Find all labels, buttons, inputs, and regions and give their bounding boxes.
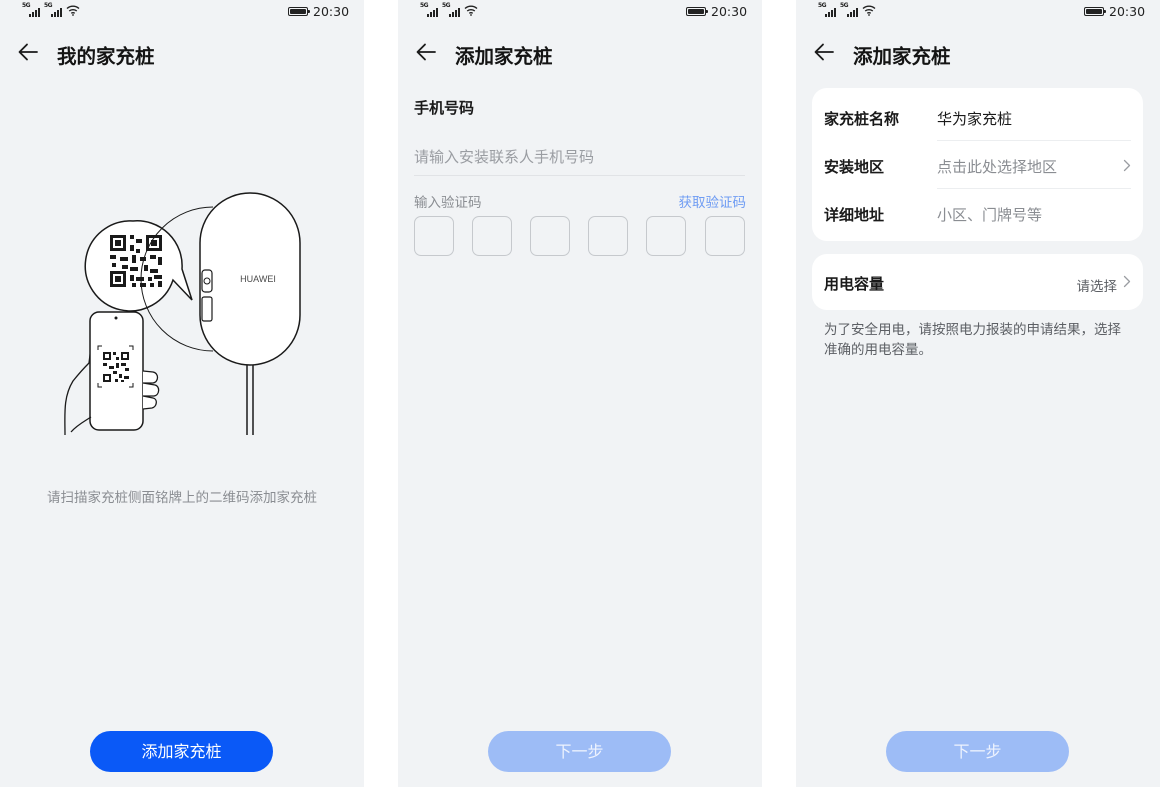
title-bar: 我的家充桩	[0, 32, 364, 72]
title-bar: 添加家充桩	[398, 32, 762, 72]
get-verification-code-link[interactable]: 获取验证码	[679, 191, 747, 211]
wifi-icon	[862, 5, 876, 16]
chevron-right-icon	[1123, 159, 1131, 172]
back-arrow-icon[interactable]	[812, 40, 836, 64]
capacity-label: 用电容量	[824, 275, 885, 293]
field-row-detail-address[interactable]: 详细地址 小区、门牌号等	[824, 189, 1131, 237]
scan-qr-illustration: HUAWEI	[64, 192, 301, 436]
phone-section-label: 手机号码	[414, 99, 475, 117]
field-row-install-region[interactable]: 安装地区 点击此处选择地区	[824, 141, 1131, 189]
code-digit-box[interactable]	[414, 216, 454, 256]
code-digit-box[interactable]	[530, 216, 570, 256]
field-label: 家充桩名称	[824, 110, 900, 128]
page-title: 添加家充桩	[455, 45, 553, 68]
field-row-charger-name[interactable]: 家充桩名称 华为家充桩	[824, 93, 1131, 141]
capacity-note-text: 为了安全用电，请按照电力报装的申请结果，选择准确的用电容量。	[824, 322, 1121, 358]
phone-number-input[interactable]	[414, 138, 745, 176]
next-step-button[interactable]: 下一步	[488, 731, 671, 772]
title-bar: 添加家充桩	[796, 32, 1160, 72]
back-arrow-icon[interactable]	[16, 40, 40, 64]
next-step-button[interactable]: 下一步	[886, 731, 1069, 772]
capacity-select-value[interactable]: 请选择	[1077, 275, 1118, 295]
charger-info-card: 家充桩名称 华为家充桩 安装地区 点击此处选择地区 详细地址 小区、门牌号等	[812, 88, 1143, 241]
detail-address-value[interactable]: 小区、门牌号等	[937, 204, 1042, 225]
back-arrow-icon[interactable]	[414, 40, 438, 64]
chevron-right-icon	[1123, 275, 1131, 288]
field-label: 安装地区	[824, 158, 885, 176]
battery-icon	[686, 7, 708, 16]
device-brand-label: HUAWEI	[240, 274, 276, 284]
status-bar: 5G 5G 20:30	[818, 2, 1146, 19]
field-label: 详细地址	[824, 206, 885, 224]
install-region-value[interactable]: 点击此处选择地区	[937, 156, 1057, 177]
power-capacity-card[interactable]: 用电容量 请选择	[812, 254, 1143, 310]
status-time: 20:30	[313, 4, 350, 19]
code-digit-box[interactable]	[646, 216, 686, 256]
charger-name-value[interactable]: 华为家充桩	[937, 108, 1012, 129]
page-title: 我的家充桩	[57, 45, 155, 68]
code-digit-box[interactable]	[705, 216, 745, 256]
code-digit-box[interactable]	[588, 216, 628, 256]
battery-icon	[1084, 7, 1106, 16]
wifi-icon	[464, 5, 478, 16]
battery-icon	[288, 7, 310, 16]
page-title: 添加家充桩	[853, 45, 951, 68]
verification-code-label: 输入验证码	[414, 195, 482, 211]
screen-my-home-charger: 5G 5G 20:30 我的家充桩 HUAWEI 请扫描家充桩侧面铭牌上的二维码…	[0, 0, 364, 787]
screen-add-charger-details: 5G 5G 20:30 添加家充桩 家充桩名称 华为家充桩 安装地区 点击此处选…	[796, 0, 1160, 787]
status-bar: 5G 5G 20:30	[22, 2, 350, 19]
scan-hint-text: 请扫描家充桩侧面铭牌上的二维码添加家充桩	[47, 490, 317, 506]
screen-add-charger-phone: 5G 5G 20:30 添加家充桩 手机号码 输入验证码 获取验证码 下一步	[398, 0, 762, 787]
code-digit-box[interactable]	[472, 216, 512, 256]
wifi-icon	[66, 5, 80, 16]
status-time: 20:30	[711, 4, 748, 19]
add-home-charger-button[interactable]: 添加家充桩	[90, 731, 273, 772]
status-time: 20:30	[1109, 4, 1146, 19]
status-bar: 5G 5G 20:30	[420, 2, 748, 19]
